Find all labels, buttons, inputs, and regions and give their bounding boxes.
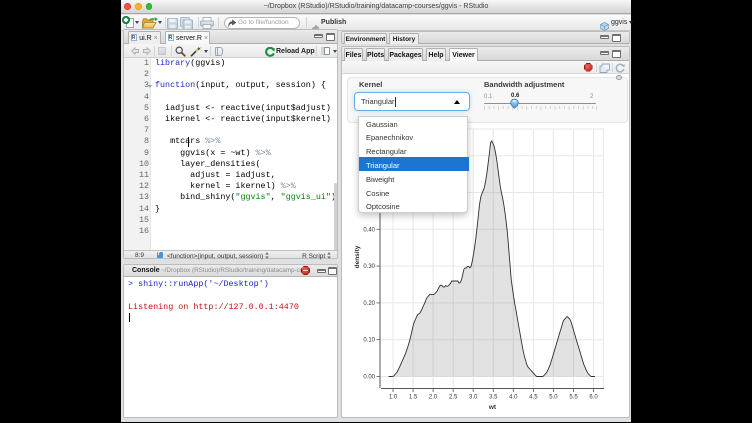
svg-text:0.00: 0.00 bbox=[363, 375, 375, 381]
svg-text:4.5: 4.5 bbox=[529, 395, 538, 401]
svg-text:2.5: 2.5 bbox=[449, 395, 458, 401]
svg-text:1.0: 1.0 bbox=[389, 395, 398, 401]
svg-text:density: density bbox=[354, 245, 361, 268]
svg-text:wt: wt bbox=[488, 404, 497, 411]
svg-text:2.0: 2.0 bbox=[429, 395, 438, 401]
svg-text:3.5: 3.5 bbox=[489, 395, 498, 401]
svg-text:3.0: 3.0 bbox=[469, 395, 478, 401]
svg-text:0.20: 0.20 bbox=[363, 301, 375, 307]
svg-text:1.5: 1.5 bbox=[409, 395, 418, 401]
svg-text:0.30: 0.30 bbox=[363, 264, 375, 270]
svg-text:0.10: 0.10 bbox=[363, 338, 375, 344]
svg-text:0.40: 0.40 bbox=[363, 227, 375, 233]
svg-text:4.0: 4.0 bbox=[509, 395, 518, 401]
svg-text:5.0: 5.0 bbox=[549, 395, 558, 401]
svg-text:5.5: 5.5 bbox=[569, 395, 578, 401]
svg-text:6.0: 6.0 bbox=[589, 395, 598, 401]
